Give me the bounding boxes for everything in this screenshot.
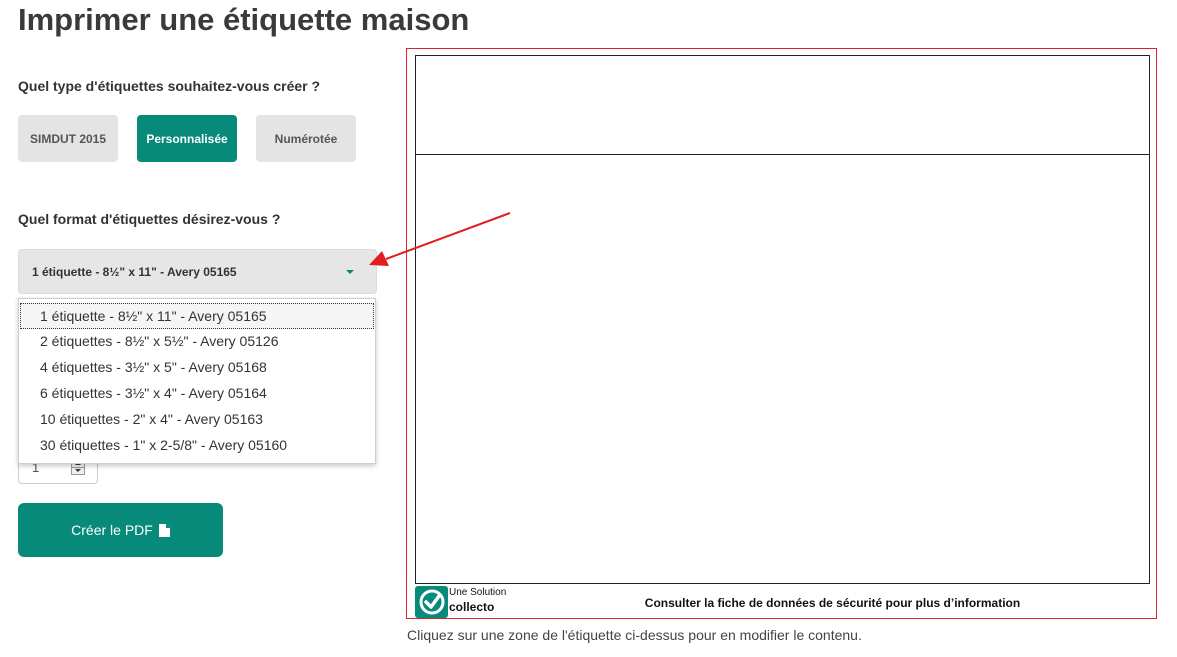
numerotee-button[interactable]: Numérotée (256, 115, 356, 162)
format-dropdown-list: 1 étiquette - 8½" x 11" - Avery 05165 2 … (18, 298, 376, 464)
footer-info-text: Consulter la fiche de données de sécurit… (644, 596, 1021, 610)
help-text: Cliquez sur une zone de l'étiquette ci-d… (407, 627, 862, 643)
format-option[interactable]: 10 étiquettes - 2" x 4" - Avery 05163 (20, 407, 374, 433)
stepper-divider (72, 467, 84, 468)
format-option[interactable]: 2 étiquettes - 8½" x 5½" - Avery 05126 (20, 329, 374, 355)
format-option[interactable]: 6 étiquettes - 3½" x 4" - Avery 05164 (20, 381, 374, 407)
file-icon (158, 523, 170, 537)
format-option[interactable]: 1 étiquette - 8½" x 11" - Avery 05165 (20, 303, 374, 329)
format-select-value: 1 étiquette - 8½" x 11" - Avery 05165 (32, 264, 237, 279)
personnalisee-button[interactable]: Personnalisée (137, 115, 237, 162)
brand-tagline: Une Solution (449, 587, 507, 598)
format-option[interactable]: 30 étiquettes - 1" x 2-5/8" - Avery 0516… (20, 433, 374, 459)
label-type-question: Quel type d'étiquettes souhaitez-vous cr… (18, 78, 321, 94)
format-select[interactable]: 1 étiquette - 8½" x 11" - Avery 05165 (18, 249, 377, 294)
annotation-arrow-icon (369, 212, 511, 266)
caret-down-icon (346, 270, 354, 274)
checkmark-logo-icon (415, 586, 448, 618)
label-body-zone[interactable] (415, 154, 1150, 584)
page-title: Imprimer une étiquette maison (18, 2, 470, 37)
create-pdf-label: Créer le PDF (71, 522, 153, 538)
stepper-down-icon[interactable] (75, 469, 81, 472)
simdut-button[interactable]: SIMDUT 2015 (18, 115, 118, 162)
label-header-zone[interactable] (415, 55, 1150, 155)
brand-name: collecto (449, 600, 495, 614)
label-format-question: Quel format d'étiquettes désirez-vous ? (18, 211, 281, 227)
format-option[interactable]: 4 étiquettes - 3½" x 5" - Avery 05168 (20, 355, 374, 381)
create-pdf-button[interactable]: Créer le PDF (18, 503, 223, 557)
